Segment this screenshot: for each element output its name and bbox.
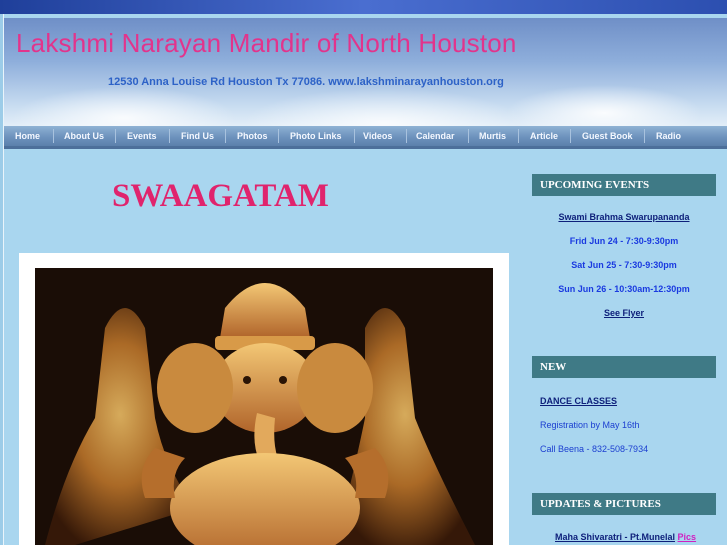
nav-separator — [53, 129, 54, 143]
nav-item-article[interactable]: Article — [530, 126, 558, 146]
welcome-heading: SWAAGATAM — [112, 178, 329, 214]
nav-separator — [518, 129, 519, 143]
event-date-3: Sun Jun 26 - 10:30am-12:30pm — [558, 284, 690, 294]
nav-item-events[interactable]: Events — [127, 126, 157, 146]
site-address: 12530 Anna Louise Rd Houston Tx 77086. w… — [108, 76, 504, 88]
shivaratri-link[interactable]: Maha Shivaratri - Pt.Munelal — [555, 532, 675, 542]
nav-item-guest-book[interactable]: Guest Book — [582, 126, 633, 146]
nav-separator — [354, 129, 355, 143]
nav-item-murtis[interactable]: Murtis — [479, 126, 506, 146]
nav-separator — [570, 129, 571, 143]
nav-separator — [406, 129, 407, 143]
dance-classes-link[interactable]: DANCE CLASSES — [540, 396, 617, 406]
nav-item-photos[interactable]: Photos — [237, 126, 268, 146]
nav-item-photo-links[interactable]: Photo Links — [290, 126, 342, 146]
nav-separator — [644, 129, 645, 143]
nav-separator — [115, 129, 116, 143]
event-date-1: Frid Jun 24 - 7:30-9:30pm — [569, 236, 679, 246]
event-date-2: Sat Jun 25 - 7:30-9:30pm — [571, 260, 677, 270]
registration-text: Registration by May 16th — [540, 420, 640, 430]
nav-item-calendar[interactable]: Calendar — [416, 126, 455, 146]
updates-heading: UPDATES & PICTURES — [532, 493, 716, 515]
nav-item-about-us[interactable]: About Us — [64, 126, 104, 146]
nav-item-find-us[interactable]: Find Us — [181, 126, 214, 146]
pics-link[interactable]: Pics — [678, 532, 697, 542]
ganesha-illustration — [35, 268, 493, 545]
nav-separator — [468, 129, 469, 143]
top-strip — [0, 0, 727, 14]
new-heading: NEW — [532, 356, 716, 378]
ganesha-image — [35, 268, 493, 545]
contact-text: Call Beena - 832-508-7934 — [540, 444, 649, 454]
site-banner: Lakshmi Narayan Mandir of North Houston … — [4, 18, 727, 126]
nav-item-home[interactable]: Home — [15, 126, 40, 146]
nav-item-videos[interactable]: Videos — [363, 126, 392, 146]
upcoming-events-heading: UPCOMING EVENTS — [532, 174, 716, 196]
site-title[interactable]: Lakshmi Narayan Mandir of North Houston — [16, 28, 517, 59]
nav-separator — [278, 129, 279, 143]
nav-separator — [169, 129, 170, 143]
updates-line: Maha Shivaratri - Pt.Munelal Pics — [555, 532, 696, 542]
event-name-link[interactable]: Swami Brahma Swarupananda — [532, 212, 716, 222]
nav-separator — [225, 129, 226, 143]
see-flyer-link[interactable]: See Flyer — [532, 308, 716, 318]
main-navigation: Home About Us Events Find Us Photos Phot… — [4, 126, 727, 149]
nav-item-radio[interactable]: Radio — [656, 126, 681, 146]
